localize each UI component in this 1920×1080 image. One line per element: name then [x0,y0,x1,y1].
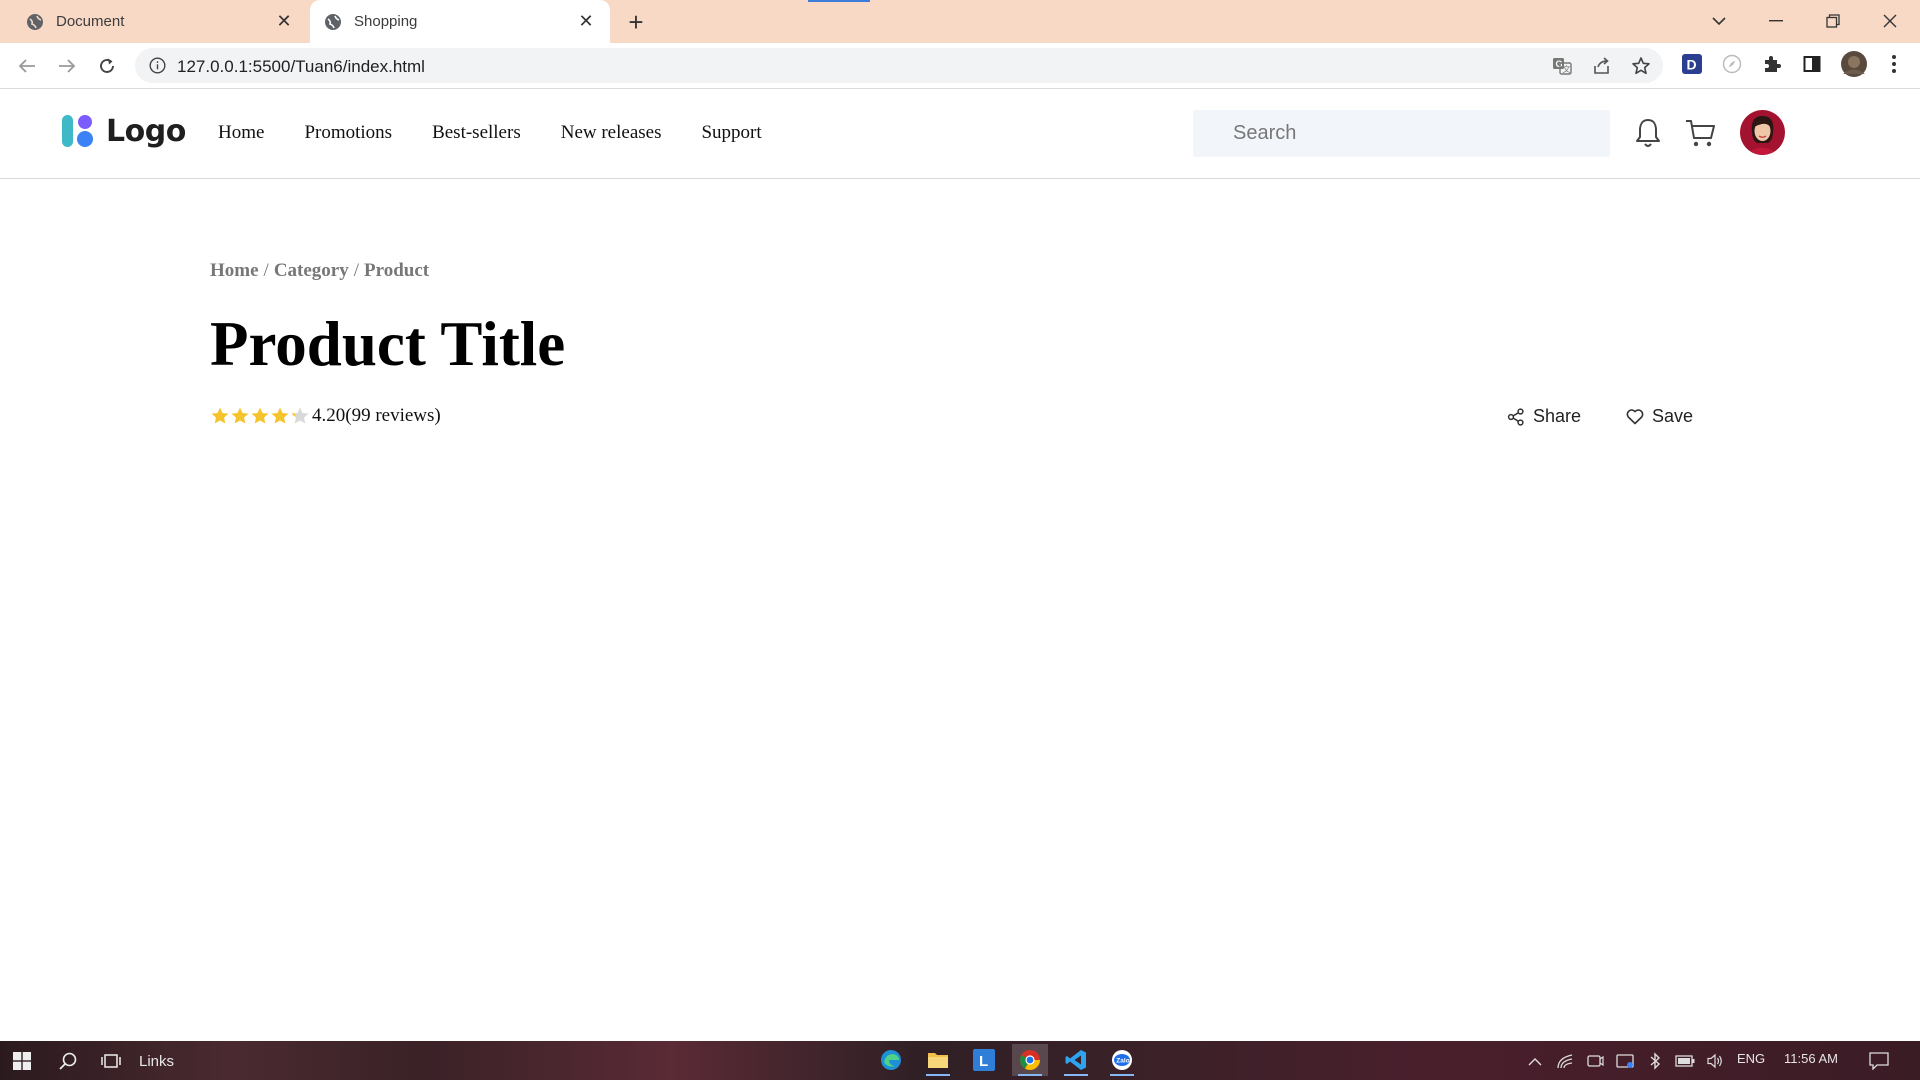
star-icon [231,407,249,424]
running-indicator [1018,1074,1042,1076]
minimize-icon[interactable] [1761,6,1791,36]
restore-icon[interactable] [1818,6,1848,36]
nav-support[interactable]: Support [701,122,761,144]
window-close-icon[interactable] [1875,6,1905,36]
logo-text: Logo [106,113,186,149]
globe-icon [27,13,43,30]
bell-icon[interactable] [1630,115,1666,151]
svg-text:D: D [1687,57,1697,73]
rating-stars [210,406,310,426]
extensions-puzzle-icon[interactable] [1760,52,1784,76]
save-label: Save [1652,406,1694,426]
cart-icon[interactable] [1683,115,1719,151]
bluetooth-icon[interactable] [1645,1047,1665,1075]
save-button[interactable]: Save [1626,406,1693,427]
share-button[interactable]: Share [1507,406,1581,427]
address-bar[interactable]: 127.0.0.1:5500/Tuan6/index.html G文 [135,48,1663,83]
language-indicator[interactable]: ENG [1737,1051,1765,1066]
share-page-icon[interactable] [1591,55,1613,77]
globe-icon [325,13,341,30]
svg-text:G: G [1556,59,1563,69]
tray-chevron-up-icon[interactable] [1525,1047,1545,1075]
back-icon[interactable] [12,51,42,81]
tab-title: Shopping [354,13,418,30]
breadcrumb: Home / Category / Product [210,260,430,281]
product-title: Product Title [210,309,566,379]
close-icon[interactable]: ✕ [272,10,296,34]
running-indicator [1110,1074,1134,1076]
user-avatar[interactable] [1740,110,1785,155]
l-app-icon[interactable]: L [966,1044,1002,1076]
running-indicator [1064,1074,1088,1076]
running-indicator [926,1074,950,1076]
rating-text: 4.20(99 reviews) [312,405,441,426]
file-explorer-icon[interactable] [920,1044,956,1076]
nav-new-releases[interactable]: New releases [561,122,662,144]
new-tab-button[interactable]: + [622,7,650,37]
star-icon [291,407,309,424]
meet-now-icon[interactable] [1585,1047,1605,1075]
compass-extension-icon[interactable] [1720,52,1744,76]
tab-document[interactable]: Document ✕ [0,0,308,43]
task-view-icon[interactable] [99,1047,123,1075]
url-text: 127.0.0.1:5500/Tuan6/index.html [177,57,425,76]
heart-icon [1626,409,1644,425]
browser-toolbar: 127.0.0.1:5500/Tuan6/index.html G文 D [0,43,1920,89]
svg-text:Zalo: Zalo [1116,1058,1129,1065]
site-info-icon[interactable] [149,57,166,74]
share-icon [1507,407,1524,426]
tab-title: Document [56,13,125,30]
side-panel-icon[interactable] [1800,52,1824,76]
taskbar: Links L Zalo ENG 11:56 AM [0,1041,1920,1080]
more-menu-icon[interactable] [1882,52,1906,76]
product-rating: 4.20(99 reviews) [210,405,441,427]
security-icon[interactable] [1615,1047,1635,1075]
browser-tabstrip: Document ✕ Shopping ✕ + [0,0,1920,43]
translate-icon[interactable]: G文 [1551,55,1573,77]
tab-search-indicator [808,0,870,2]
nav-promotions[interactable]: Promotions [304,122,392,144]
tab-search-icon[interactable] [1704,6,1734,36]
edge-app-icon[interactable] [873,1044,909,1076]
taskbar-links-label[interactable]: Links [139,1047,174,1075]
search-input[interactable] [1193,110,1610,157]
breadcrumb-home[interactable]: Home [210,260,259,281]
forward-icon[interactable] [52,51,82,81]
logo-icon [62,115,93,147]
network-icon[interactable] [1555,1047,1575,1075]
nav-best-sellers[interactable]: Best-sellers [432,122,521,144]
nav-home[interactable]: Home [218,122,264,144]
profile-avatar[interactable] [1840,50,1868,78]
star-icon [211,407,229,424]
close-icon[interactable]: ✕ [574,10,598,34]
reload-icon[interactable] [92,51,122,81]
dashlane-extension-icon[interactable]: D [1680,52,1704,76]
chrome-app-icon[interactable] [1012,1044,1048,1076]
share-label: Share [1533,406,1582,426]
windows-start-icon[interactable] [10,1047,34,1075]
svg-text:文: 文 [1563,64,1571,74]
breadcrumb-category[interactable]: Category [274,260,349,281]
tab-shopping[interactable]: Shopping ✕ [310,0,610,43]
svg-text:L: L [979,1053,988,1070]
taskbar-search-icon[interactable] [56,1047,80,1075]
bookmark-star-icon[interactable] [1630,55,1652,77]
volume-icon[interactable] [1705,1047,1725,1075]
clock[interactable]: 11:56 AM [1784,1051,1838,1066]
star-icon [251,407,269,424]
notification-center-icon[interactable] [1868,1047,1890,1075]
star-icon [271,407,289,424]
breadcrumb-product[interactable]: Product [364,260,429,281]
vscode-app-icon[interactable] [1058,1044,1094,1076]
main-nav: Home Promotions Best-sellers New release… [218,122,802,144]
logo[interactable]: Logo [62,113,186,149]
site-header: Logo Home Promotions Best-sellers New re… [0,89,1920,179]
zalo-app-icon[interactable]: Zalo [1104,1044,1140,1076]
battery-icon[interactable] [1675,1047,1695,1075]
